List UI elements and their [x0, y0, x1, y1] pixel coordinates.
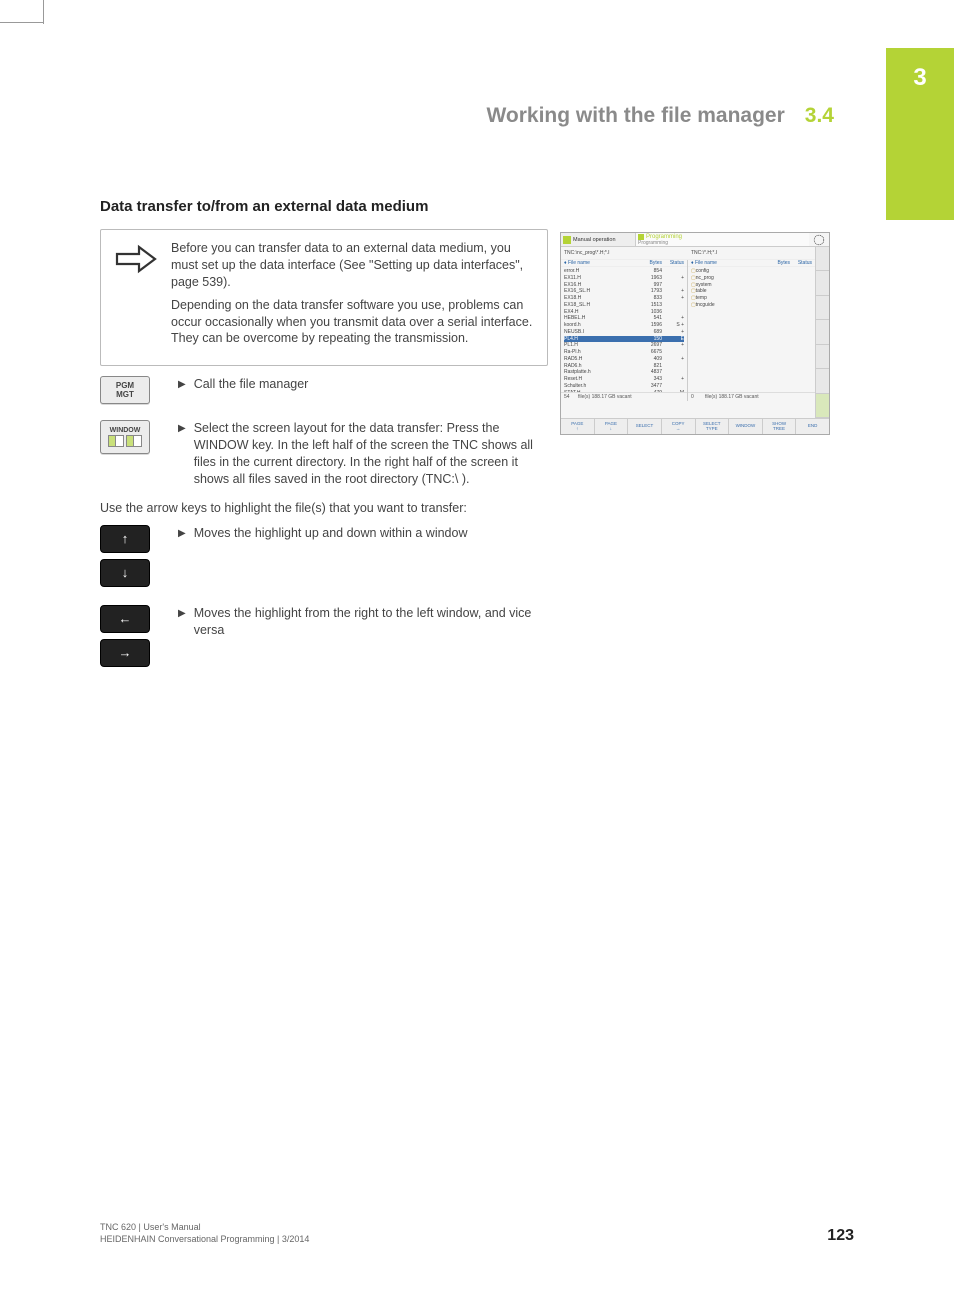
chapter-tab: 3	[886, 48, 954, 220]
step-3-text: Moves the highlight up and down within a…	[194, 525, 550, 542]
softkey[interactable]: SHOW TREE	[763, 419, 797, 434]
arrow-left-key[interactable]: ←	[100, 605, 150, 633]
mode-icon	[563, 236, 571, 244]
header-title: Working with the file manager	[486, 104, 784, 128]
file-row[interactable]: EX16_SL.H1793+	[564, 288, 684, 295]
info-box: Before you can transfer data to an exter…	[100, 229, 548, 366]
window-key-label: WINDOW	[110, 427, 141, 434]
file-row[interactable]: HEBEL.H541+	[564, 315, 684, 322]
file-row[interactable]: EX11.H1963+	[564, 275, 684, 282]
scr-softkeys: PAGE ↑PAGE ↓SELECTCOPY →SELECT TYPEWINDO…	[561, 418, 829, 434]
file-row[interactable]: ▢nc_prog	[691, 275, 812, 282]
arrow-up-icon: ↑	[122, 531, 129, 546]
file-row[interactable]: Schulter.h3477	[564, 383, 684, 390]
triangle-icon: ▶	[178, 527, 186, 542]
col-status: Status	[662, 260, 684, 266]
footer-line-2: HEIDENHAIN Conversational Programming | …	[100, 1233, 309, 1245]
scr-mode-label: Manual operation	[561, 233, 636, 246]
scr-header: Manual operation Programming Programming	[561, 233, 829, 247]
window-key-icon	[108, 435, 142, 447]
softkey[interactable]: PAGE ↑	[561, 419, 595, 434]
file-row[interactable]: ▢temp	[691, 295, 812, 302]
arrow-right-icon: →	[119, 645, 132, 660]
file-row[interactable]: Rastplatte.h4837	[564, 369, 684, 376]
page-number: 123	[827, 1227, 854, 1245]
softkey[interactable]: SELECT	[628, 419, 662, 434]
arrow-down-icon: ↓	[122, 565, 129, 580]
softkey[interactable]: SELECT TYPE	[696, 419, 730, 434]
pgm-mgt-key[interactable]: PGM MGT	[100, 376, 150, 404]
scr-title-area: Programming Programming	[636, 233, 809, 246]
file-row[interactable]: RAD6.h821	[564, 363, 684, 370]
tnc-screenshot: Manual operation Programming Programming…	[560, 232, 830, 435]
page-header: Working with the file manager 3.4	[486, 104, 834, 128]
footer-line-1: TNC 620 | User's Manual	[100, 1221, 309, 1233]
file-row[interactable]: RAD5.H409+	[564, 356, 684, 363]
softkey[interactable]: PAGE ↓	[595, 419, 629, 434]
step-2: WINDOW ▶Select the screen layout for the…	[100, 420, 550, 488]
arrow-right-icon	[115, 244, 159, 274]
arrow-right-key[interactable]: →	[100, 639, 150, 667]
file-row[interactable]: ▢config	[691, 268, 812, 275]
file-row[interactable]: EX18.H833+	[564, 295, 684, 302]
step-4: ← → ▶Moves the highlight from the right …	[100, 605, 550, 673]
col-filename: ♦ File name	[691, 260, 766, 266]
file-row[interactable]: error.H854	[564, 268, 684, 275]
arrow-down-key[interactable]: ↓	[100, 559, 150, 587]
page-footer: TNC 620 | User's Manual HEIDENHAIN Conve…	[100, 1221, 854, 1245]
file-row[interactable]: ▢tncguide	[691, 302, 812, 309]
header-section: 3.4	[805, 104, 834, 128]
scr-title-2: Programming	[638, 240, 668, 246]
section-heading: Data transfer to/from an external data m…	[100, 198, 840, 215]
file-row[interactable]: Reset.H343+	[564, 376, 684, 383]
info-paragraph-1: Before you can transfer data to an exter…	[171, 240, 533, 291]
scr-left-status: file(s) 188.17 GB vacant	[578, 394, 632, 400]
file-row[interactable]: PL4.H150E	[564, 336, 684, 343]
step-4-text: Moves the highlight from the right to th…	[194, 605, 550, 639]
file-row[interactable]: EX16.H997	[564, 282, 684, 289]
file-row[interactable]: PL1.H2697+	[564, 342, 684, 349]
scr-right-panel: ♦ File nameBytesStatus ▢config▢nc_prog▢s…	[688, 260, 815, 401]
scr-left-count: 54	[564, 394, 578, 400]
softkey[interactable]: WINDOW	[729, 419, 763, 434]
scr-left-path: TNC:\nc_prog\*.H;*.I	[561, 247, 688, 260]
step-1: PGM MGT ▶ Call the file manager	[100, 376, 550, 408]
info-paragraph-2: Depending on the data transfer software …	[171, 297, 533, 348]
window-key[interactable]: WINDOW	[100, 420, 150, 454]
heidenhain-logo-icon	[809, 233, 829, 246]
file-row[interactable]: ▢system	[691, 282, 812, 289]
col-bytes: Bytes	[638, 260, 662, 266]
file-row[interactable]: ▢table	[691, 288, 812, 295]
softkey[interactable]: COPY →	[662, 419, 696, 434]
arrow-left-icon: ←	[119, 611, 132, 626]
file-row[interactable]: koord.h1596S +	[564, 322, 684, 329]
file-row[interactable]: Ra-Pl.h6675	[564, 349, 684, 356]
file-row[interactable]: EX4.H1036	[564, 309, 684, 316]
step-1-text: Call the file manager	[194, 376, 550, 393]
scr-right-status: file(s) 188.17 GB vacant	[705, 394, 759, 400]
step-2-text: Select the screen layout for the data tr…	[194, 420, 550, 488]
col-status: Status	[790, 260, 812, 266]
file-row[interactable]: EX18_SL.H1513	[564, 302, 684, 309]
triangle-icon: ▶	[178, 378, 186, 393]
file-row[interactable]: NEUSB.I689+	[564, 329, 684, 336]
scr-right-path: TNC:\*.H;*.I	[688, 247, 815, 260]
softkey[interactable]: END	[796, 419, 829, 434]
step-3: ↑ ↓ ▶ Moves the highlight up and down wit…	[100, 525, 550, 593]
col-bytes: Bytes	[766, 260, 790, 266]
triangle-icon: ▶	[178, 422, 186, 488]
arrow-up-key[interactable]: ↑	[100, 525, 150, 553]
col-filename: ♦ File name	[564, 260, 638, 266]
scr-right-count: 0	[691, 394, 705, 400]
scr-left-panel: ♦ File nameBytesStatus error.H854EX11.H1…	[561, 260, 688, 401]
mid-instruction: Use the arrow keys to highlight the file…	[100, 500, 550, 517]
triangle-icon: ▶	[178, 607, 186, 639]
scr-sidebar	[815, 247, 829, 418]
chapter-number: 3	[913, 64, 926, 92]
